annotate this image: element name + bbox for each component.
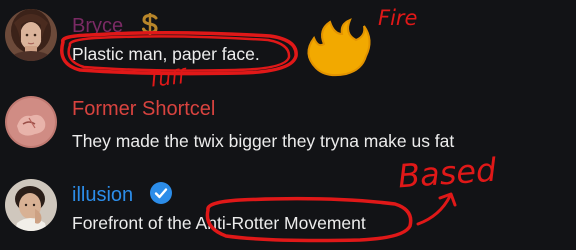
message-text-bryce: Plastic man, paper face.: [72, 44, 260, 64]
message-text-plain: Forefront of the: [72, 213, 196, 233]
woman-portrait-avatar[interactable]: [5, 9, 57, 61]
message-text-highlight: Anti-Rotter Movement: [195, 213, 366, 233]
dollar-badge-icon: [139, 12, 161, 41]
message-text-illusion: Forefront of the Anti-Rotter Movement: [72, 213, 366, 233]
message-former-shortcel: Former Shortcel They made the twix bigge…: [0, 90, 576, 162]
message-bryce: Bryce Plastic man, paper face.: [0, 0, 576, 72]
man-portrait-avatar[interactable]: [5, 179, 57, 231]
message-text-former-shortcel: They made the twix bigger they tryna mak…: [72, 131, 455, 151]
chat-panel: Bryce Plastic man, paper face. Former Sh…: [0, 0, 576, 250]
message-illusion: illusion Forefront of the Anti-Rotter Mo…: [0, 168, 576, 250]
username-former-shortcel[interactable]: Former Shortcel: [72, 98, 215, 120]
pink-blob-avatar[interactable]: [5, 96, 57, 148]
verified-check-icon: [149, 181, 173, 210]
username-illusion[interactable]: illusion: [72, 184, 133, 206]
username-bryce[interactable]: Bryce: [72, 15, 123, 37]
